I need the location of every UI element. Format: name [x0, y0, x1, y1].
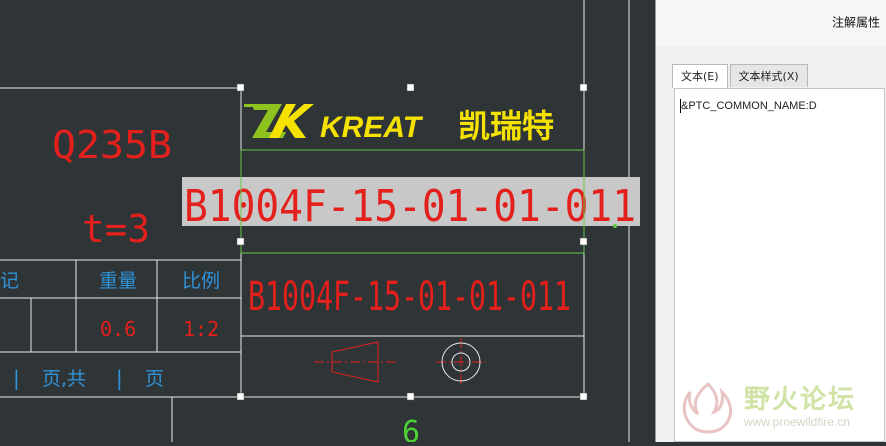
drawing-canvas[interactable]: KREAT 凯瑞特 Q235B t=3 记 重量 比例 0.6 1:2 | 页,…: [0, 0, 655, 446]
bottom-number-text: 6: [402, 415, 420, 442]
page-suffix: 页: [145, 368, 164, 390]
page-separator-2: |: [116, 366, 123, 390]
page-separator-1: |: [13, 366, 20, 390]
scale-label: 比例: [182, 270, 220, 292]
projection-symbol: [314, 338, 486, 388]
panel-tabs: 文本(E) 文本样式(X): [672, 64, 810, 88]
watermark-site-name: 野火论坛: [744, 385, 857, 415]
forum-watermark: 野火论坛 www.proewildfire.cn: [676, 374, 886, 442]
handle-top-middle[interactable]: [406, 83, 415, 92]
record-label: 记: [0, 270, 19, 292]
selected-note[interactable]: B1004F-15-01-01-011: [182, 177, 640, 232]
tab-text-style[interactable]: 文本样式(X): [729, 64, 808, 87]
kreat-logo: KREAT 凯瑞特: [244, 96, 582, 148]
handle-top-left[interactable]: [236, 83, 245, 92]
part-number-text: B1004F-15-01-01-011: [248, 274, 571, 320]
panel-title-bar: 注解属性: [656, 0, 886, 46]
handle-bottom-right[interactable]: [579, 392, 588, 401]
page-label: 页,共: [42, 368, 86, 390]
panel-title: 注解属性: [831, 15, 880, 30]
handle-bottom-left[interactable]: [236, 392, 245, 401]
thickness-text: t=3: [82, 207, 150, 251]
watermark-url: www.proewildfire.cn: [744, 415, 851, 429]
material-text: Q235B: [52, 123, 172, 167]
flame-logo-icon: [682, 381, 732, 434]
tab-text[interactable]: 文本(E): [672, 64, 728, 88]
note-text-value[interactable]: &PTC_COMMON_NAME:D: [681, 100, 817, 112]
logo-brand-cn-text: 凯瑞特: [458, 107, 554, 145]
scale-value: 1:2: [183, 317, 219, 341]
selected-note-text[interactable]: B1004F-15-01-01-011: [184, 181, 636, 232]
weight-value: 0.6: [100, 317, 136, 341]
handle-bottom-middle[interactable]: [406, 392, 415, 401]
selection-anchor-dot: [613, 224, 617, 228]
logo-brand-text: KREAT: [320, 111, 424, 144]
handle-middle-left[interactable]: [236, 237, 245, 246]
handle-middle-right[interactable]: [579, 237, 588, 246]
weight-label: 重量: [99, 270, 137, 292]
handle-top-right[interactable]: [579, 83, 588, 92]
